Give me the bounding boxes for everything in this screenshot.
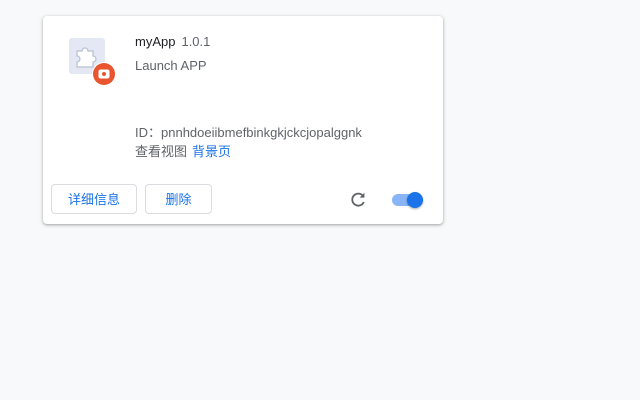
inspect-views-label: 查看视图 bbox=[135, 144, 188, 159]
extension-title-row: myApp 1.0.1 bbox=[135, 34, 210, 49]
extension-card: myApp 1.0.1 Launch APP ID：pnnhdoeiibmefbi… bbox=[43, 16, 443, 224]
extension-id-value: pnnhdoeiibmefbinkgkjckcjopalggnk bbox=[161, 125, 362, 140]
remove-button[interactable]: 删除 bbox=[145, 184, 212, 214]
extension-name: myApp bbox=[135, 34, 176, 49]
extension-description: Launch APP bbox=[135, 58, 207, 73]
background-page-link[interactable]: 背景页 bbox=[192, 144, 231, 159]
reload-icon[interactable] bbox=[348, 190, 368, 210]
extension-id-row: ID：pnnhdoeiibmefbinkgkjckcjopalggnk bbox=[135, 122, 362, 141]
extension-id-label: ID： bbox=[135, 125, 162, 140]
toggle-knob bbox=[407, 192, 423, 208]
inspect-views-row: 查看视图 背景页 bbox=[135, 141, 231, 160]
details-button[interactable]: 详细信息 bbox=[51, 184, 137, 214]
extension-version: 1.0.1 bbox=[181, 34, 211, 49]
enable-toggle[interactable] bbox=[392, 192, 424, 208]
app-badge-icon bbox=[93, 63, 115, 85]
